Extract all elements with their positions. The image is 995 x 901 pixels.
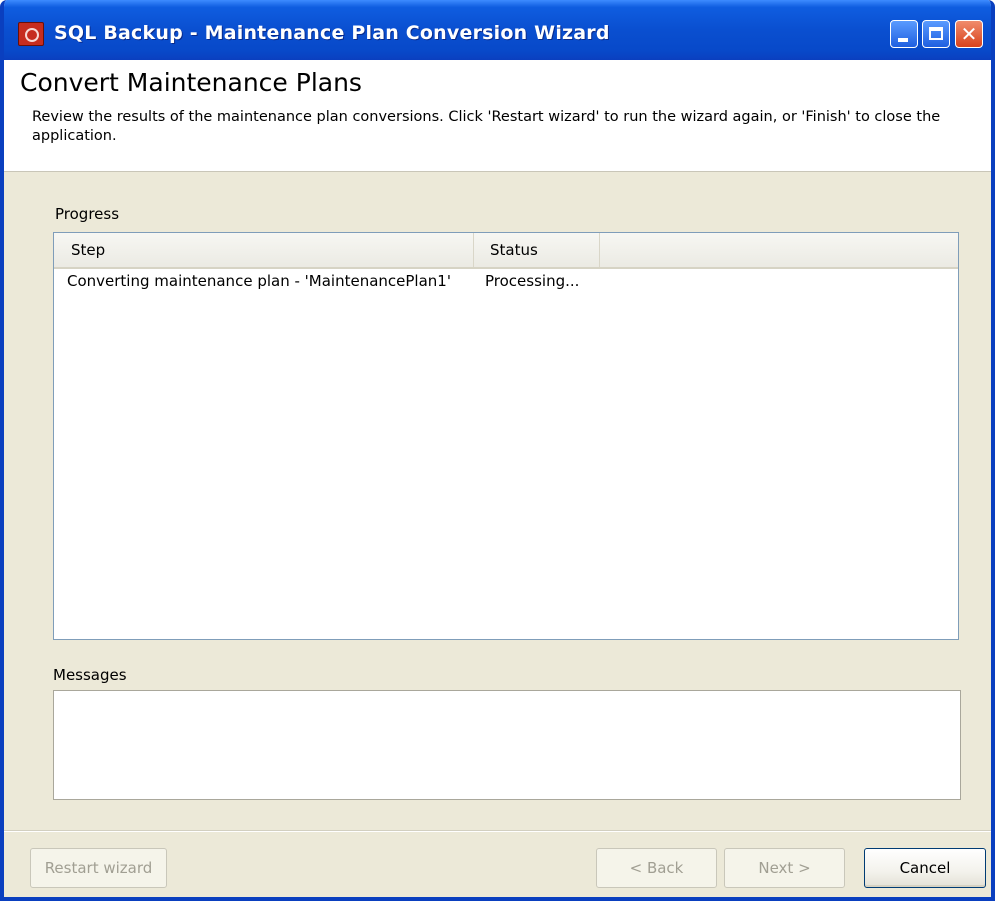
back-button[interactable]: < Back [596,848,717,888]
cancel-button[interactable]: Cancel [864,848,986,888]
footer-divider-highlight [4,831,991,832]
next-button[interactable]: Next > [724,848,845,888]
restart-wizard-button[interactable]: Restart wizard [30,848,167,888]
progress-label: Progress [55,205,120,223]
window-title: SQL Backup - Maintenance Plan Conversion… [54,22,610,44]
page-description: Review the results of the maintenance pl… [32,109,941,144]
sql-backup-app-icon[interactable] [18,22,44,46]
column-header-status[interactable]: Status [474,233,600,267]
wizard-header: Convert Maintenance Plans Review the res… [4,60,991,172]
list-item[interactable]: Converting maintenance plan - 'Maintenan… [54,268,958,294]
messages-box[interactable] [53,690,961,800]
list-item-status: Processing... [485,272,580,290]
list-item-step: Converting maintenance plan - 'Maintenan… [67,272,451,290]
column-header-step[interactable]: Step [54,233,474,267]
minimize-button[interactable] [890,20,918,48]
wizard-window: SQL Backup - Maintenance Plan Conversion… [0,0,995,901]
title-bar[interactable]: SQL Backup - Maintenance Plan Conversion… [4,0,991,60]
close-icon: ✕ [960,22,978,46]
page-title: Convert Maintenance Plans [20,68,362,97]
progress-list-header: Step Status [54,233,958,269]
messages-label: Messages [53,666,127,684]
progress-list[interactable]: Step Status Converting maintenance plan … [53,232,959,640]
close-button[interactable]: ✕ [955,20,983,48]
maximize-button[interactable] [922,20,950,48]
